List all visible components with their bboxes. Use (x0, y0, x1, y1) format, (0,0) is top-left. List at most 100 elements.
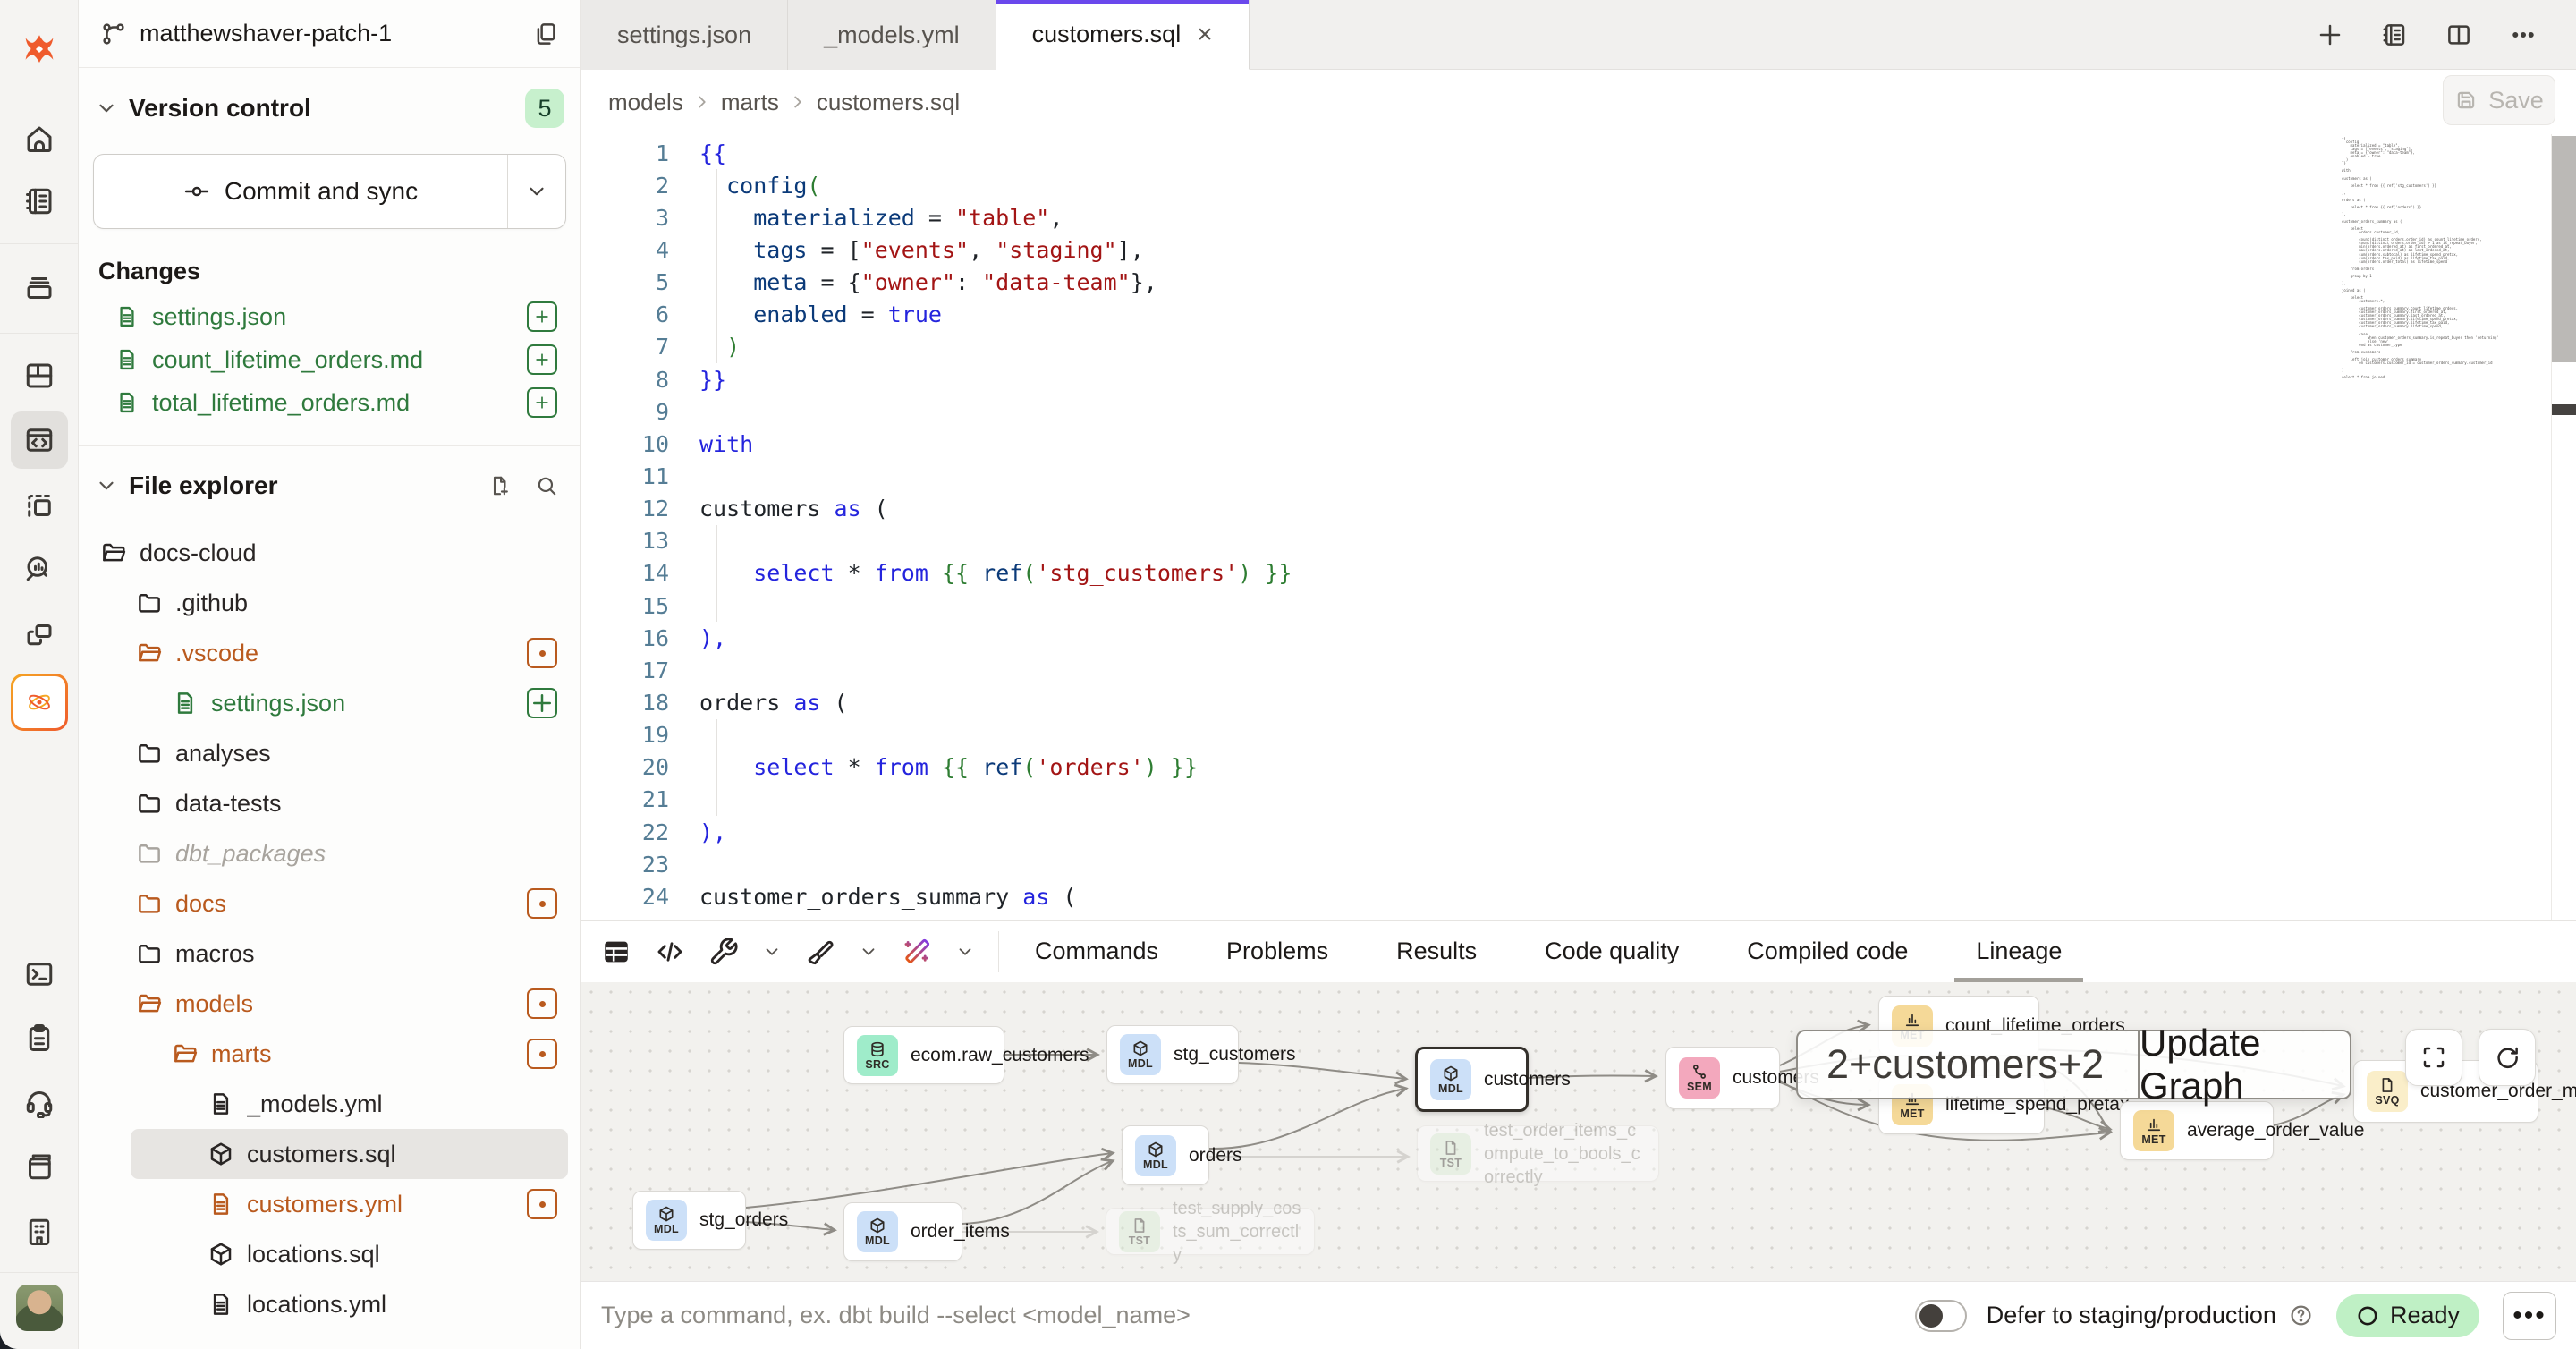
defer-toggle[interactable] (1915, 1300, 1967, 1332)
copy-icon[interactable] (532, 21, 559, 47)
fullscreen-button[interactable] (2405, 1029, 2462, 1086)
rail-home-button[interactable] (11, 110, 68, 167)
rail-book-button[interactable] (11, 1138, 68, 1195)
tree-item--vscode[interactable]: .vscode (79, 628, 580, 678)
stage-plus-badge[interactable] (527, 344, 557, 375)
compile-code-icon[interactable] (655, 937, 685, 967)
format-broom-icon[interactable] (805, 937, 835, 967)
lineage-node-test-order-items[interactable]: TSTtest_order_items_compute_to_bools_cor… (1417, 1125, 1659, 1182)
tree-item-locations-sql[interactable]: locations.sql (79, 1229, 580, 1279)
status-more-button[interactable]: ••• (2503, 1292, 2556, 1340)
changed-file-row[interactable]: settings.json (79, 295, 580, 338)
panel-tab-results[interactable]: Results (1387, 921, 1486, 983)
lineage-node-stg-orders[interactable]: MDLstg_orders (632, 1191, 746, 1250)
tree-item-customers-sql[interactable]: customers.sql (131, 1129, 568, 1179)
tree-item--models-yml[interactable]: _models.yml (79, 1079, 580, 1129)
rail-notebook-button[interactable] (11, 173, 68, 230)
lineage-node-customers-model[interactable]: MDLcustomers (1415, 1047, 1529, 1112)
help-icon[interactable] (2289, 1303, 2313, 1328)
tree-item-settings-json[interactable]: settings.json (79, 678, 580, 728)
rail-headset-button[interactable] (11, 1073, 68, 1131)
file-explorer-header[interactable]: File explorer (79, 462, 580, 510)
scrollbar-thumb[interactable] (2552, 136, 2576, 362)
tree-item--github[interactable]: .github (79, 578, 580, 628)
code-editor[interactable]: 1{{2 config(3 materialized = "table",4 t… (581, 137, 2576, 920)
rail-external-window-button[interactable] (11, 607, 68, 664)
selector-input[interactable]: 2+customers+2 (1798, 1031, 2138, 1098)
tree-item-customers-yml[interactable]: customers.yml (79, 1179, 580, 1229)
tree-item-models[interactable]: models (79, 979, 580, 1029)
rail-frame-button[interactable] (11, 477, 68, 534)
version-control-header[interactable]: Version control 5 (79, 86, 580, 131)
format-options-chevron-icon[interactable] (859, 942, 878, 962)
rail-grid-button[interactable] (11, 347, 68, 404)
lineage-node-orders[interactable]: MDLorders (1122, 1125, 1209, 1185)
tree-item-marts[interactable]: marts (79, 1029, 580, 1079)
panel-tab-compiled-code[interactable]: Compiled code (1738, 921, 1917, 983)
rail-building-button[interactable] (11, 1203, 68, 1260)
commit-and-sync-button[interactable]: Commit and sync (93, 154, 566, 229)
changed-file-row[interactable]: count_lifetime_orders.md (79, 338, 580, 381)
tree-item-dbt-packages[interactable]: dbt_packages (79, 828, 580, 878)
tree-item-docs-cloud[interactable]: docs-cloud (79, 528, 580, 578)
rail-stack-button[interactable] (11, 259, 68, 317)
status-badge[interactable]: Ready (2336, 1294, 2479, 1337)
rail-terminal-button[interactable] (11, 946, 68, 1003)
more-options-icon[interactable] (2510, 21, 2537, 48)
lineage-node-customers-semantic[interactable]: SEMcustomers (1665, 1047, 1780, 1109)
git-branch-row[interactable]: matthewshaver-patch-1 (79, 0, 580, 68)
build-wrench-icon[interactable] (708, 937, 739, 967)
breadcrumb-models[interactable]: models (608, 89, 683, 116)
preview-table-icon[interactable] (601, 937, 631, 967)
panel-tab-commands[interactable]: Commands (1026, 921, 1167, 983)
lineage-node-stg-customers[interactable]: MDLstg_customers (1106, 1025, 1239, 1084)
rail-explore-button[interactable] (11, 539, 68, 597)
commit-options-caret[interactable] (508, 155, 565, 228)
save-button[interactable]: Save (2443, 75, 2555, 125)
refresh-button[interactable] (2479, 1029, 2536, 1086)
user-avatar[interactable] (16, 1285, 63, 1331)
panel-tab-lineage[interactable]: Lineage (1967, 921, 2071, 983)
lineage-node-ecom-raw-customers[interactable]: SRCecom.raw_customers (843, 1026, 1004, 1084)
editor-scrollbar[interactable] (2551, 134, 2576, 920)
tree-item-data-tests[interactable]: data-tests (79, 778, 580, 828)
changed-file-row[interactable]: total_lifetime_orders.md (79, 381, 580, 424)
rail-dbt-logo-button[interactable] (11, 21, 68, 78)
stage-plus-badge[interactable] (527, 301, 557, 332)
copilot-options-chevron-icon[interactable] (955, 942, 975, 962)
tree-item-analyses[interactable]: analyses (79, 728, 580, 778)
tab-customers-sql[interactable]: customers.sql× (996, 0, 1250, 70)
search-icon[interactable] (529, 474, 564, 497)
copilot-wand-icon[interactable] (902, 937, 932, 967)
breadcrumb-file[interactable]: customers.sql (817, 89, 960, 116)
breadcrumb-marts[interactable]: marts (721, 89, 779, 116)
new-file-icon[interactable] (482, 474, 518, 497)
tab--models-yml[interactable]: _models.yml (788, 0, 996, 70)
lineage-node-test-supply-costs[interactable]: TSTtest_supply_costs_sum_correctly (1106, 1208, 1315, 1255)
lineage-node-order-items[interactable]: MDLorder_items (843, 1202, 962, 1261)
build-options-chevron-icon[interactable] (762, 942, 782, 962)
editor-minimap[interactable]: {{ config( materialized = "table", tags … (2342, 137, 2549, 380)
tree-item-macros[interactable]: macros (79, 929, 580, 979)
tree-item-docs[interactable]: docs (79, 878, 580, 929)
tab-settings-json[interactable]: settings.json (581, 0, 788, 70)
rail-code-window-button[interactable] (11, 411, 68, 469)
update-graph-button[interactable]: Update Graph (2138, 1031, 2350, 1098)
lineage-canvas[interactable]: SRCecom.raw_customers MDLstg_customers MDL… (581, 982, 2576, 1281)
commit-and-sync-main[interactable]: Commit and sync (94, 155, 508, 228)
stage-plus-badge[interactable] (527, 387, 557, 418)
panel-tab-code-quality[interactable]: Code quality (1536, 921, 1688, 983)
notebook-panel-icon[interactable] (2381, 21, 2408, 48)
command-input[interactable]: Type a command, ex. dbt build --select <… (601, 1302, 1915, 1329)
rail-avatar-button[interactable] (11, 1279, 68, 1336)
rail-clipboard-button[interactable] (11, 1009, 68, 1066)
close-icon[interactable]: × (1197, 21, 1213, 48)
panel-tab-problems[interactable]: Problems (1217, 921, 1337, 983)
lineage-node-average-order-value[interactable]: METaverage_order_value (2120, 1101, 2274, 1160)
new-tab-icon[interactable] (2317, 21, 2343, 48)
bottom-panel-tabbar: Commands Problems Results Code quality Compi… (581, 920, 2576, 982)
rail-atom-button[interactable] (11, 674, 68, 731)
stage-plus-badge[interactable] (527, 688, 557, 718)
split-editor-icon[interactable] (2445, 21, 2472, 48)
tree-item-locations-yml[interactable]: locations.yml (79, 1279, 580, 1329)
